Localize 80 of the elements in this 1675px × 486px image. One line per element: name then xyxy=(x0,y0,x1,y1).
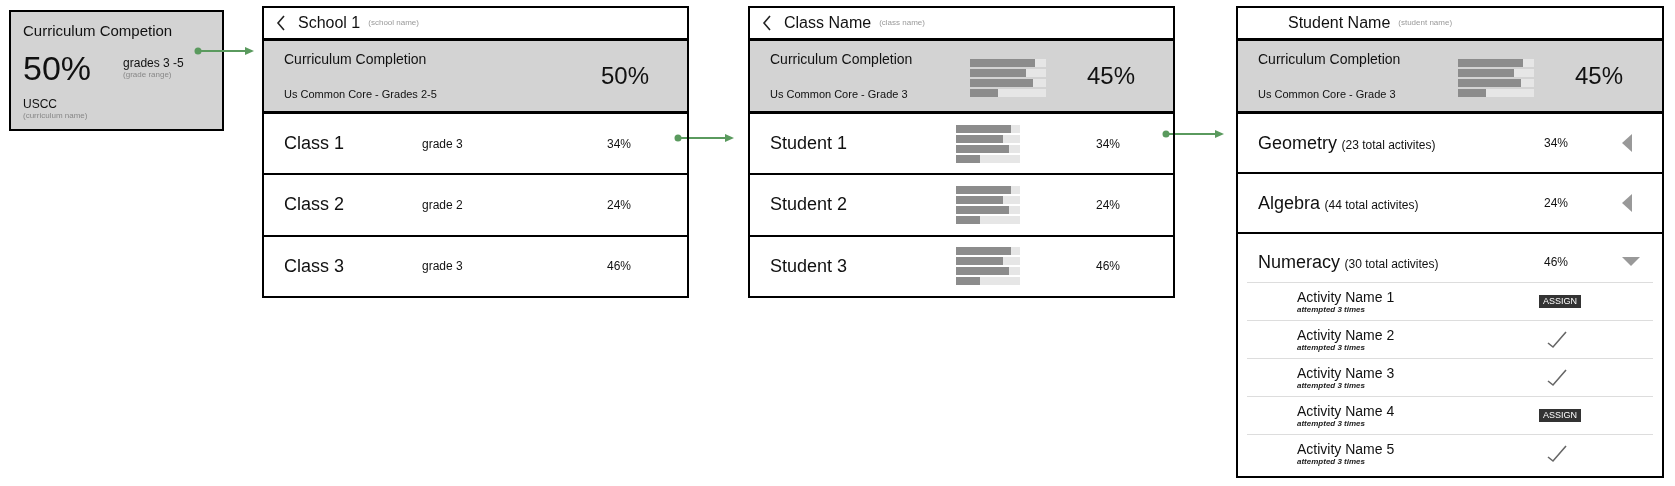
subject-row[interactable]: Algebra (44 total activites) 24% xyxy=(1238,174,1662,232)
attempt-count: attempted 3 times xyxy=(1297,458,1367,467)
row-percent: 34% xyxy=(607,135,632,153)
activity-row[interactable]: Activity Name 1 attempted 3 times ASSIGN xyxy=(1247,282,1653,320)
attempt-count: attempted 3 times xyxy=(1297,420,1367,429)
summary-percent: 45% xyxy=(1575,61,1624,91)
curriculum-label: Us Common Core - Grades 2-5 xyxy=(284,87,438,103)
subject-name: Geometry (23 total activites) xyxy=(1258,131,1437,155)
class-row[interactable]: Class 3 grade 3 46% xyxy=(264,236,687,296)
grade-range-hint: (grade range) xyxy=(123,71,173,79)
caret-down-icon[interactable] xyxy=(1622,257,1640,267)
class-name: Class 1 xyxy=(284,132,346,156)
panel-title: Student Name xyxy=(1288,13,1391,33)
activity-name: Activity Name 2 xyxy=(1297,326,1396,345)
student-row[interactable]: Student 3 46% xyxy=(750,236,1173,296)
activity-name: Activity Name 1 xyxy=(1297,288,1396,307)
curriculum-label: Us Common Core - Grade 3 xyxy=(1258,87,1397,103)
summary-title: Curriculum Completion xyxy=(770,50,914,70)
panel-hint: (student name) xyxy=(1398,17,1453,29)
connector-arrow xyxy=(194,46,254,56)
summary-percent: 50% xyxy=(601,61,650,91)
subject-row[interactable]: Geometry (23 total activites) 34% xyxy=(1238,114,1662,172)
checkmark-icon xyxy=(1547,330,1567,349)
class-row[interactable]: Class 1 grade 3 34% xyxy=(264,114,687,176)
row-percent: 46% xyxy=(1096,258,1121,276)
row-percent: 46% xyxy=(607,258,632,276)
subject-percent: 24% xyxy=(1544,195,1570,212)
subject-row[interactable]: Numeracy (30 total activites) 46% xyxy=(1238,234,1662,282)
panel-title: School 1 xyxy=(298,13,361,33)
class-name: Class 3 xyxy=(284,254,346,278)
summary-title: Curriculum Completion xyxy=(284,50,428,70)
row-percent: 34% xyxy=(1096,135,1121,153)
student-name: Student 3 xyxy=(770,254,849,278)
activity-row[interactable]: Activity Name 3 attempted 3 times xyxy=(1247,358,1653,396)
back-icon[interactable] xyxy=(276,15,286,31)
curriculum-label: Us Common Core - Grade 3 xyxy=(770,87,909,103)
subject-percent: 46% xyxy=(1544,254,1570,271)
student-row[interactable]: Student 1 34% xyxy=(750,114,1173,176)
grade-label: grade 3 xyxy=(422,258,464,276)
activity-name: Activity Name 3 xyxy=(1297,364,1396,383)
student-name: Student 2 xyxy=(770,193,849,217)
summary-percent: 45% xyxy=(1087,61,1136,91)
activity-name: Activity Name 5 xyxy=(1297,440,1396,459)
attempt-count: attempted 3 times xyxy=(1297,382,1367,391)
curriculum-name: USCC xyxy=(23,96,58,112)
grade-label: grade 3 xyxy=(422,135,464,153)
card-percent: 50% xyxy=(23,50,92,85)
assign-button[interactable]: ASSIGN xyxy=(1539,409,1581,422)
grade-label: grade 2 xyxy=(422,197,464,214)
caret-left-icon[interactable] xyxy=(1622,194,1632,212)
student-name: Student 1 xyxy=(770,132,849,156)
attempt-count: attempted 3 times xyxy=(1297,344,1367,353)
caret-left-icon[interactable] xyxy=(1622,134,1632,152)
activity-row[interactable]: Activity Name 4 attempted 3 times ASSIGN xyxy=(1247,396,1653,434)
student-row[interactable]: Student 2 24% xyxy=(750,175,1173,237)
assign-button[interactable]: ASSIGN xyxy=(1539,295,1581,308)
card-title: Curriculum Competion xyxy=(23,21,174,41)
summary-title: Curriculum Completion xyxy=(1258,50,1402,70)
connector-arrow xyxy=(674,133,734,143)
panel-title: Class Name xyxy=(784,13,872,33)
back-icon[interactable] xyxy=(762,15,772,31)
panel-hint: (class name) xyxy=(879,17,925,29)
subject-name: Algebra (44 total activites) xyxy=(1258,191,1420,215)
checkmark-icon xyxy=(1547,368,1567,387)
connector-arrow xyxy=(1162,129,1224,139)
panel-hint: (school name) xyxy=(368,17,419,29)
subject-percent: 34% xyxy=(1544,135,1570,152)
activity-row[interactable]: Activity Name 2 attempted 3 times xyxy=(1247,320,1653,358)
curriculum-name-hint: (curriculum name) xyxy=(23,111,89,120)
summary-card[interactable]: Curriculum Competion 50% grades 3 -5 (grade range) USCC (curriculum name) xyxy=(9,10,224,131)
subject-name: Numeracy (30 total activites) xyxy=(1258,250,1440,274)
attempt-count: attempted 3 times xyxy=(1297,306,1367,315)
activity-row[interactable]: Activity Name 5 attempted 3 times xyxy=(1247,434,1653,472)
row-percent: 24% xyxy=(1096,197,1121,214)
checkmark-icon xyxy=(1547,444,1567,463)
class-row[interactable]: Class 2 grade 2 24% xyxy=(264,175,687,237)
activity-name: Activity Name 4 xyxy=(1297,402,1396,421)
row-percent: 24% xyxy=(607,197,632,214)
grade-range: grades 3 -5 xyxy=(123,56,184,71)
class-name: Class 2 xyxy=(284,193,346,217)
